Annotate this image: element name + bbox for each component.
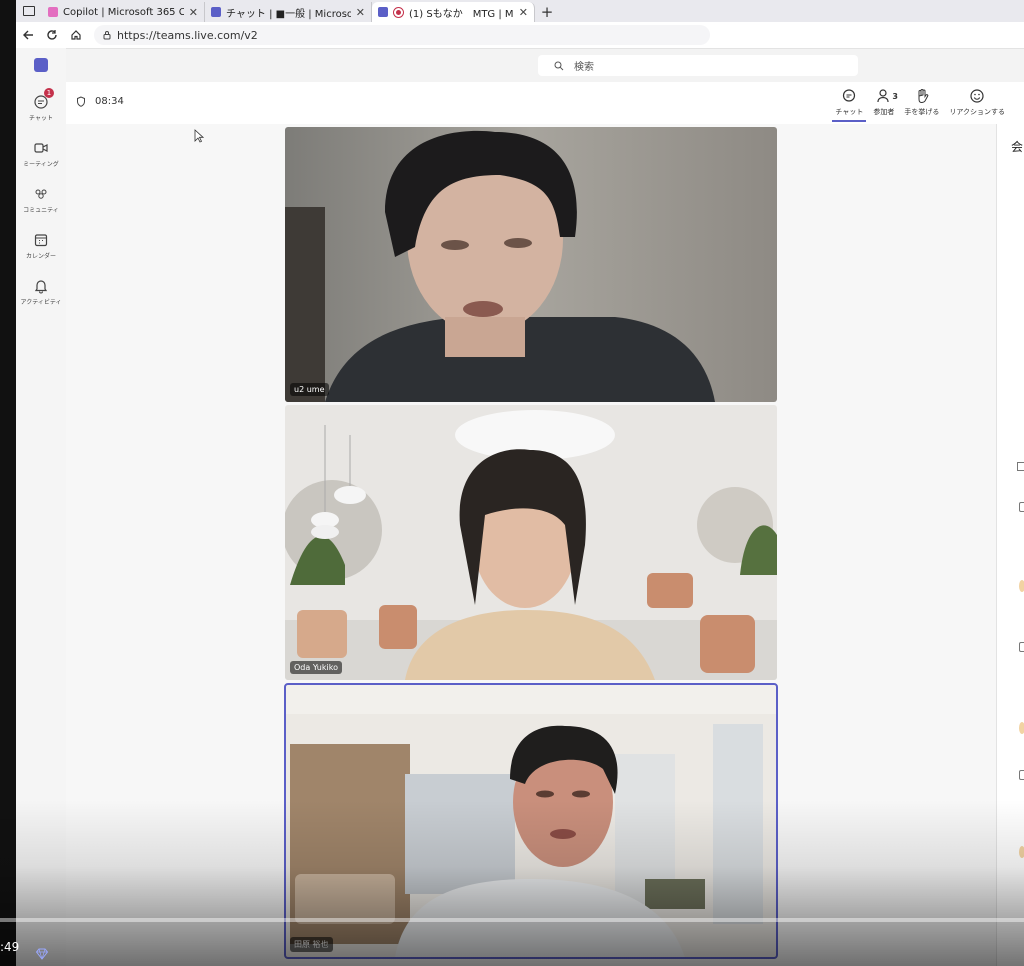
rail-item-meetings[interactable]: ミーティング <box>16 132 66 176</box>
new-tab-icon[interactable]: + <box>535 2 559 22</box>
diamond-icon[interactable] <box>36 948 48 960</box>
teams-app-rail: 1 チャット ミーティング コミュニティ カレンダー アクティビティ <box>16 48 66 966</box>
search-icon <box>554 61 564 70</box>
panel-item-icon <box>1019 642 1024 652</box>
rail-item-label: チャット <box>29 115 53 122</box>
rail-item-label: コミュニティ <box>23 207 59 214</box>
close-icon[interactable]: ✕ <box>519 6 528 19</box>
participant-count: 3 <box>892 92 898 101</box>
unread-badge: 1 <box>44 88 54 98</box>
close-icon[interactable]: ✕ <box>356 6 365 19</box>
participant-video <box>285 405 777 680</box>
raise-hand-icon <box>918 89 929 104</box>
tool-label: リアクションする <box>949 108 1005 116</box>
video-current-time: :49 <box>0 940 20 954</box>
tab-title: (1) Sもなか MTG | Microsoft <box>409 8 514 20</box>
participant-name: Oda Yukiko <box>290 661 342 674</box>
tab-title: Copilot | Microsoft 365 Copilot <box>63 6 184 18</box>
url-text: https://teams.live.com/v2 <box>117 28 258 42</box>
browser-tab[interactable]: チャット | ■一般 | Microsoft Teams ✕ <box>205 2 372 22</box>
raise-hand-button[interactable]: 手を挙げる <box>899 88 944 122</box>
emoji-icon <box>970 89 984 103</box>
url-field[interactable]: https://teams.live.com/v2 <box>94 25 710 45</box>
avatar <box>1019 846 1024 858</box>
browser-tab-active[interactable]: (1) Sもなか MTG | Microsoft ✕ <box>372 2 535 22</box>
reactions-button[interactable]: リアクションする <box>944 88 1010 122</box>
rail-item-activity[interactable]: アクティビティ <box>16 270 66 314</box>
avatar <box>1019 722 1024 734</box>
video-frame-edge <box>0 0 16 966</box>
rail-item-calendar[interactable]: カレンダー <box>16 224 66 268</box>
reload-icon[interactable] <box>40 23 64 47</box>
avatar <box>1019 580 1024 592</box>
mouse-cursor-icon <box>194 129 204 143</box>
close-icon[interactable]: ✕ <box>189 6 198 19</box>
meeting-side-panel: 会 <box>996 124 1024 966</box>
home-icon[interactable] <box>64 23 88 47</box>
participant-video <box>285 127 777 402</box>
video-progress-bar[interactable] <box>0 918 1024 922</box>
tool-label: 参加者 <box>873 108 895 116</box>
chat-bubble-icon <box>843 89 856 102</box>
rail-item-label: ミーティング <box>23 161 59 168</box>
rail-item-label: カレンダー <box>25 253 56 260</box>
tool-label: チャット <box>835 108 864 116</box>
participant-video <box>285 684 777 958</box>
rail-item-label: アクティビティ <box>20 299 62 306</box>
back-arrow-icon[interactable] <box>16 23 40 47</box>
rail-item-community[interactable]: コミュニティ <box>16 178 66 222</box>
side-panel-heading: 会 <box>1011 140 1024 154</box>
panel-item-icon <box>1019 770 1024 780</box>
tab-title: チャット | ■一般 | Microsoft Teams <box>226 8 351 20</box>
panel-item-icon <box>1019 502 1024 512</box>
panel-item-icon <box>1017 462 1024 471</box>
copilot-favicon-icon <box>48 7 58 17</box>
participant-name: u2 ume <box>290 383 329 396</box>
calendar-icon <box>34 234 48 247</box>
meeting-timer: 08:34 <box>76 96 124 107</box>
address-bar: https://teams.live.com/v2 <box>16 22 1024 49</box>
window-menu-icon[interactable] <box>16 0 42 22</box>
video-camera-icon <box>34 143 48 153</box>
tool-label: 手を挙げる <box>904 108 940 116</box>
timer-text: 08:34 <box>95 96 124 107</box>
teams-favicon-icon <box>378 7 388 17</box>
browser-tab-bar: Copilot | Microsoft 365 Copilot ✕ チャット |… <box>16 0 1024 22</box>
search-placeholder: 検索 <box>574 62 594 73</box>
participant-video-tile[interactable]: Oda Yukiko <box>285 405 777 680</box>
meeting-toolbar: 08:34 チャット 3 参加者 手を挙げる リアクションする <box>66 82 1024 125</box>
people-icon <box>877 89 889 103</box>
participant-name: 田原 裕也 <box>290 937 333 952</box>
participants-button[interactable]: 3 参加者 <box>868 88 899 122</box>
rail-item-chat[interactable]: 1 チャット <box>16 86 66 130</box>
participant-video-tile[interactable]: u2 ume <box>285 127 777 402</box>
participant-video-tile-speaking[interactable]: 田原 裕也 <box>284 683 778 959</box>
bell-icon <box>34 280 48 294</box>
community-icon <box>35 189 47 199</box>
shield-icon <box>77 96 85 107</box>
chat-button[interactable]: チャット <box>830 88 868 122</box>
browser-tab[interactable]: Copilot | Microsoft 365 Copilot ✕ <box>42 2 205 22</box>
search-input[interactable]: 検索 <box>538 55 858 76</box>
lock-icon <box>103 31 111 40</box>
teams-favicon-icon <box>211 7 221 17</box>
recording-icon <box>393 6 404 18</box>
teams-logo-icon <box>34 58 48 72</box>
